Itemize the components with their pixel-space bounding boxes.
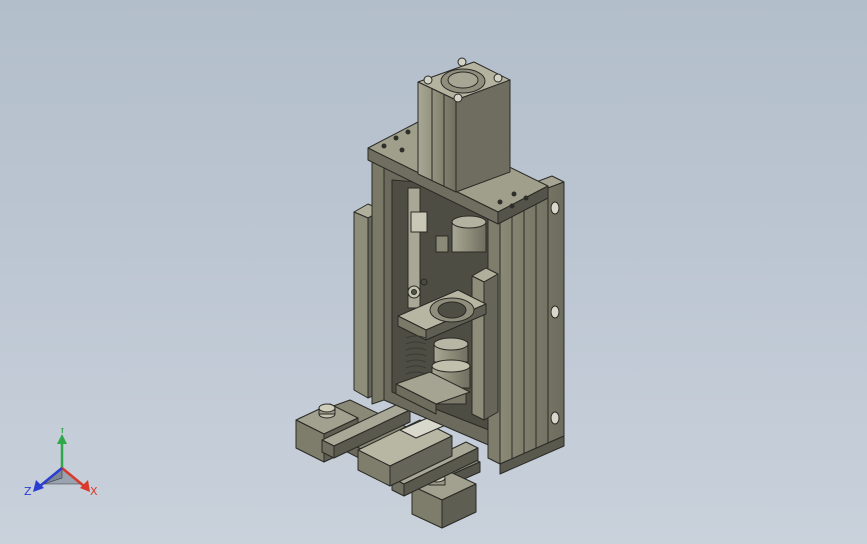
triad-base [43, 467, 81, 485]
x-axis-label: X [90, 485, 98, 498]
side-cover-right-inner [471, 267, 499, 421]
air-cylinder [417, 57, 511, 193]
y-axis-arrow [57, 434, 67, 468]
3d-model[interactable] [0, 0, 867, 544]
z-axis-label: Z [24, 485, 32, 498]
orientation-triad: Y X Z [24, 428, 98, 498]
graphics-viewport[interactable]: Y X Z [0, 0, 867, 544]
y-axis-label: Y [58, 428, 66, 436]
coupling [451, 215, 487, 253]
